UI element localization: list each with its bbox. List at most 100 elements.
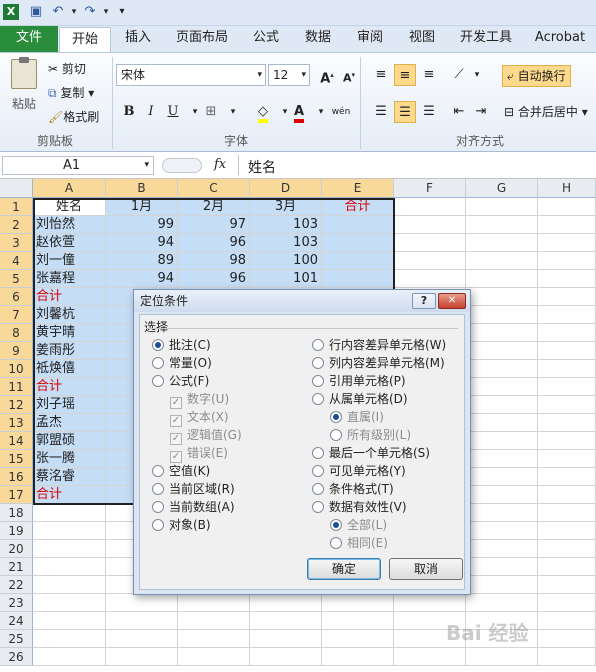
- cell[interactable]: [538, 198, 596, 216]
- cell[interactable]: [538, 612, 596, 630]
- cell[interactable]: [250, 594, 322, 612]
- cell[interactable]: [33, 594, 106, 612]
- row-header[interactable]: 9: [0, 342, 33, 360]
- cell[interactable]: [538, 414, 596, 432]
- cell[interactable]: [538, 306, 596, 324]
- column-header[interactable]: C: [178, 179, 250, 198]
- cell[interactable]: [466, 288, 538, 306]
- cell[interactable]: [538, 342, 596, 360]
- ok-button[interactable]: 确定: [307, 558, 381, 580]
- select-all-corner[interactable]: [0, 179, 33, 198]
- column-header[interactable]: H: [538, 179, 596, 198]
- formula-input[interactable]: 姓名: [248, 157, 276, 177]
- cell[interactable]: [106, 594, 178, 612]
- cell[interactable]: [466, 324, 538, 342]
- cell[interactable]: 101: [250, 270, 322, 288]
- cell[interactable]: [322, 630, 394, 648]
- tab-acrobat[interactable]: Acrobat: [530, 26, 590, 52]
- border-icon[interactable]: ⊞: [200, 101, 222, 123]
- cell[interactable]: 黄宇晴: [33, 324, 106, 342]
- cell[interactable]: 祗焕僖: [33, 360, 106, 378]
- row-header[interactable]: 14: [0, 432, 33, 450]
- cell[interactable]: [322, 234, 394, 252]
- row-header[interactable]: 11: [0, 378, 33, 396]
- help-button[interactable]: ?: [412, 293, 436, 309]
- cell[interactable]: [33, 540, 106, 558]
- align-center-icon[interactable]: ☰: [394, 101, 416, 123]
- cell[interactable]: [33, 630, 106, 648]
- shrink-font-icon[interactable]: A▾: [338, 64, 360, 86]
- cell[interactable]: [394, 270, 466, 288]
- formula-bar-handle[interactable]: [162, 158, 202, 173]
- chevron-down-icon[interactable]: ▾: [66, 4, 82, 20]
- cell[interactable]: [394, 234, 466, 252]
- cell[interactable]: 合计: [33, 288, 106, 306]
- cell[interactable]: [538, 216, 596, 234]
- align-top-icon[interactable]: ≡: [370, 64, 392, 86]
- row-header[interactable]: 22: [0, 576, 33, 594]
- cell[interactable]: [178, 612, 250, 630]
- cell[interactable]: [106, 630, 178, 648]
- wrap-text-button[interactable]: ⤶ 自动换行: [502, 65, 571, 87]
- row-header[interactable]: 5: [0, 270, 33, 288]
- cell[interactable]: [538, 522, 596, 540]
- option-radio[interactable]: 当前区域(R): [152, 481, 235, 498]
- cell[interactable]: [538, 396, 596, 414]
- row-header[interactable]: 3: [0, 234, 33, 252]
- cell[interactable]: 100: [250, 252, 322, 270]
- cell[interactable]: [466, 486, 538, 504]
- option-radio[interactable]: 公式(F): [152, 373, 209, 390]
- row-header[interactable]: 6: [0, 288, 33, 306]
- font-name-combo[interactable]: 宋体 ▾: [116, 64, 266, 86]
- cell[interactable]: 合计: [322, 198, 394, 216]
- cell[interactable]: 姓名: [33, 198, 106, 216]
- cell[interactable]: 2月: [178, 198, 250, 216]
- align-left-icon[interactable]: ☰: [370, 101, 392, 123]
- cell[interactable]: [466, 432, 538, 450]
- row-header[interactable]: 24: [0, 612, 33, 630]
- cell[interactable]: [466, 216, 538, 234]
- function-icon[interactable]: fx: [214, 157, 226, 172]
- row-header[interactable]: 10: [0, 360, 33, 378]
- cell[interactable]: [466, 360, 538, 378]
- column-header[interactable]: F: [394, 179, 466, 198]
- cell[interactable]: [466, 504, 538, 522]
- column-header[interactable]: D: [250, 179, 322, 198]
- row-header[interactable]: 21: [0, 558, 33, 576]
- cell[interactable]: [538, 576, 596, 594]
- cell[interactable]: [538, 432, 596, 450]
- cell[interactable]: [322, 252, 394, 270]
- cell[interactable]: 刘一僮: [33, 252, 106, 270]
- tab-view[interactable]: 视图: [402, 26, 442, 52]
- cell[interactable]: 姜雨彤: [33, 342, 106, 360]
- option-radio[interactable]: 空值(K): [152, 463, 210, 480]
- cell[interactable]: [466, 378, 538, 396]
- cell[interactable]: 合计: [33, 486, 106, 504]
- cell[interactable]: 94: [106, 234, 178, 252]
- cell[interactable]: [466, 306, 538, 324]
- cell[interactable]: [33, 558, 106, 576]
- decrease-indent-icon[interactable]: ⇤: [448, 101, 470, 123]
- row-header[interactable]: 12: [0, 396, 33, 414]
- cell[interactable]: [466, 558, 538, 576]
- cell[interactable]: [178, 648, 250, 666]
- cell[interactable]: [394, 198, 466, 216]
- cell[interactable]: [33, 576, 106, 594]
- cell[interactable]: 刘怡然: [33, 216, 106, 234]
- close-button[interactable]: ✕: [438, 293, 466, 309]
- cell[interactable]: [322, 216, 394, 234]
- cell[interactable]: 94: [106, 270, 178, 288]
- option-radio[interactable]: 数据有效性(V): [312, 499, 407, 516]
- option-radio[interactable]: 最后一个单元格(S): [312, 445, 430, 462]
- cell[interactable]: 张嘉程: [33, 270, 106, 288]
- align-bottom-icon[interactable]: ≡: [418, 64, 440, 86]
- row-header[interactable]: 1: [0, 198, 33, 216]
- cell[interactable]: 赵依萱: [33, 234, 106, 252]
- cell[interactable]: 刘馨杭: [33, 306, 106, 324]
- cell[interactable]: [250, 630, 322, 648]
- customize-icon[interactable]: ▾: [114, 4, 130, 20]
- cell[interactable]: [538, 360, 596, 378]
- merge-center-button[interactable]: ⊟ 合并后居中 ▾: [504, 102, 588, 122]
- cell[interactable]: 张一腾: [33, 450, 106, 468]
- cell[interactable]: 1月: [106, 198, 178, 216]
